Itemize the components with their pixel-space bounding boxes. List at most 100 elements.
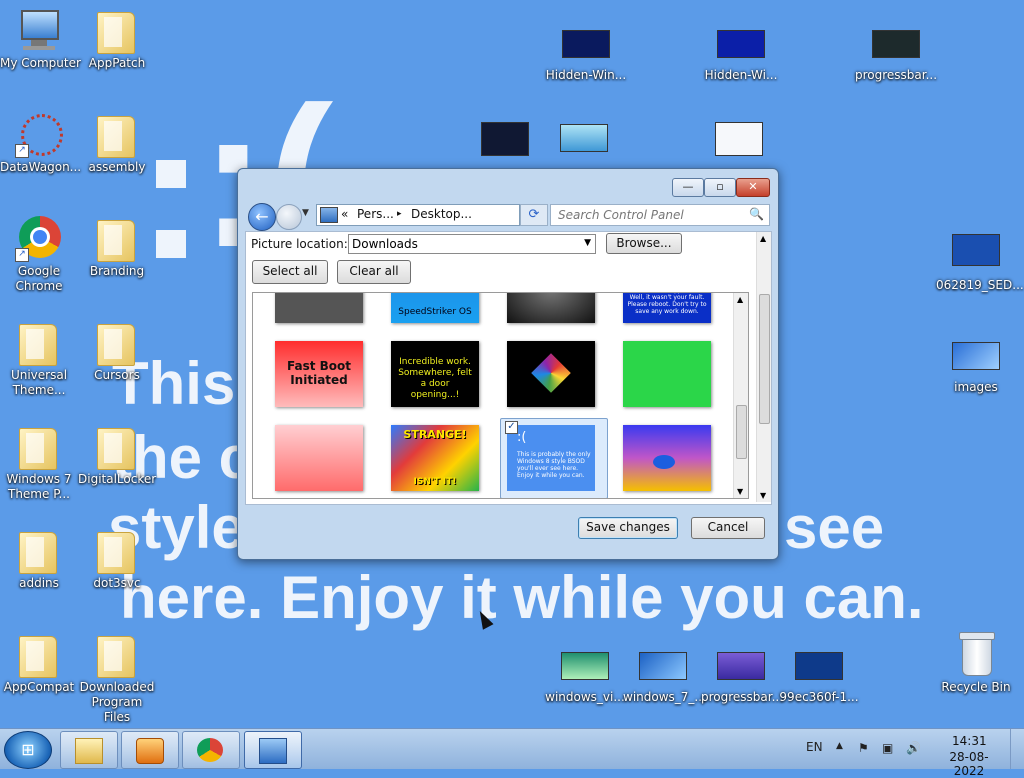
desktop-icon-windows-7[interactable]: windows_7_...: [623, 640, 706, 705]
browse-button[interactable]: Browse...: [606, 233, 682, 254]
desktop-icon-062819-sed[interactable]: 062819_SED...: [936, 228, 1024, 293]
desktop-icon-my-computer[interactable]: My Computer: [0, 6, 81, 71]
desktop-icon-appcompat[interactable]: AppCompat: [0, 630, 78, 695]
clock-date[interactable]: 28-08-2022: [936, 750, 1002, 778]
desktop-icon-partial-1[interactable]: [466, 112, 544, 160]
taskbar-chrome[interactable]: [182, 731, 240, 769]
tile-caption: STRANGE!: [403, 428, 467, 441]
breadcrumb-separator-icon[interactable]: ▸: [397, 209, 402, 219]
scroll-up-icon[interactable]: ▲: [737, 295, 743, 304]
desktop-icon-dot3svc[interactable]: dot3svc: [78, 526, 156, 591]
desktop-icon-windows-vi[interactable]: windows_vi...: [545, 640, 625, 705]
desktop-icon-progressbar-1[interactable]: progressbar...: [855, 18, 937, 83]
wallpaper-dot: [156, 230, 186, 258]
folder-icon: [15, 630, 63, 678]
wallpaper-tile[interactable]: STRANGE! ISN'T IT!: [391, 425, 479, 491]
save-changes-button[interactable]: Save changes: [578, 517, 678, 539]
wallpaper-tile[interactable]: Huh, what happened? Well, it wasn't your…: [623, 293, 711, 323]
desktop-icon-label: assembly: [88, 160, 146, 174]
back-arrow-icon[interactable]: ←: [248, 203, 276, 231]
wallpaper-tile[interactable]: [275, 293, 363, 323]
refresh-icon[interactable]: ⟳: [520, 204, 548, 226]
close-button[interactable]: ✕: [736, 178, 770, 197]
tile-caption: ISN'T IT!: [413, 477, 457, 487]
desktop-icon-digitallocker[interactable]: DigitalLocker: [78, 422, 156, 487]
desktop-icon-partial-3[interactable]: [700, 112, 778, 160]
breadcrumb-desktop-background[interactable]: Desktop...: [411, 207, 472, 221]
wallpaper-tile[interactable]: [507, 293, 595, 323]
scroll-thumb[interactable]: [736, 405, 747, 459]
language-indicator[interactable]: EN: [806, 740, 823, 754]
desktop-icon-label: AppPatch: [88, 56, 146, 70]
desktop-icon-label: images: [954, 380, 998, 394]
scroll-up-icon[interactable]: ▲: [760, 234, 766, 243]
show-desktop-button[interactable]: [1010, 729, 1024, 769]
desktop-icon-apppatch[interactable]: AppPatch: [78, 6, 156, 71]
desktop-icon-partial-2[interactable]: [545, 112, 623, 160]
wallpaper-tile-selected[interactable]: :( This is probably the only Windows 8 s…: [507, 425, 595, 491]
forward-arrow-icon[interactable]: [276, 204, 302, 230]
desktop-icon-hidden-win-1[interactable]: Hidden-Win...: [545, 18, 627, 83]
clock-time[interactable]: 14:31: [952, 734, 987, 748]
network-icon[interactable]: ▣: [882, 741, 893, 755]
image-thumbnail-icon: [952, 330, 1000, 378]
desktop-icon-addins[interactable]: addins: [0, 526, 78, 591]
content-scrollbar[interactable]: ▲ ▼: [756, 232, 771, 502]
wallpaper-tile[interactable]: [623, 341, 711, 407]
shortcut-arrow-icon: ↗: [15, 248, 29, 262]
address-chevron[interactable]: «: [341, 207, 348, 221]
address-bar[interactable]: « Pers... ▸ Desktop... ▼: [316, 204, 588, 226]
folder-icon: [93, 110, 141, 158]
wallpaper-tile[interactable]: [275, 425, 363, 491]
taskbar-media-player[interactable]: [121, 731, 179, 769]
desktop-icon-label: Hidden-Win...: [545, 68, 627, 82]
minimize-button[interactable]: —: [672, 178, 704, 197]
image-thumbnail-icon: [872, 18, 920, 66]
start-button[interactable]: ⊞: [4, 731, 52, 769]
desktop-icon-progressbar-2[interactable]: progressbar...: [701, 640, 783, 705]
wallpaper-gallery: SpeedStriker OS Huh, what happened? Well…: [252, 292, 749, 499]
volume-icon[interactable]: 🔊: [906, 741, 921, 755]
taskbar-control-panel[interactable]: [244, 731, 302, 769]
tile-caption: Fast Boot Initiated: [286, 359, 352, 387]
wallpaper-tile[interactable]: [623, 425, 711, 491]
clear-all-button[interactable]: Clear all: [337, 260, 411, 284]
show-hidden-icons-icon[interactable]: ▲: [836, 741, 843, 751]
desktop-icon-label: addins: [19, 576, 59, 590]
select-all-button[interactable]: Select all: [252, 260, 328, 284]
desktop-icon-branding[interactable]: Branding: [78, 214, 156, 279]
breadcrumb-personalization[interactable]: Pers...: [357, 207, 394, 221]
desktop-icon-images[interactable]: images: [936, 330, 1016, 395]
datawagon-icon: ↗: [15, 110, 63, 158]
desktop-icon-label: windows_7_...: [623, 690, 706, 704]
wallpaper-tile[interactable]: SpeedStriker OS: [391, 293, 479, 323]
recent-pages-chevron-icon[interactable]: ▼: [302, 208, 309, 218]
desktop-icon-hidden-win-2[interactable]: Hidden-Wi...: [700, 18, 782, 83]
picture-location-select[interactable]: Downloads ▼: [348, 234, 596, 254]
desktop-icon-label: DigitalLocker: [78, 472, 157, 486]
maximize-button[interactable]: ▫: [704, 178, 736, 197]
gallery-scrollbar[interactable]: ▲ ▼: [733, 293, 748, 498]
desktop-icon-cursors[interactable]: Cursors: [78, 318, 156, 383]
scroll-thumb[interactable]: [759, 294, 770, 424]
taskbar-explorer[interactable]: [60, 731, 118, 769]
desktop-icon-label: Google Chrome: [15, 264, 63, 293]
desktop-icon-assembly[interactable]: assembly: [78, 110, 156, 175]
desktop-icon-label: Universal Theme...: [10, 368, 68, 397]
desktop-icon-datawagon[interactable]: ↗ DataWagon...: [0, 110, 81, 175]
checkbox-checked-icon[interactable]: ✓: [505, 421, 518, 434]
desktop-icon-99ec360f[interactable]: 99ec360f-1...: [779, 640, 859, 705]
desktop-icon-universal-theme[interactable]: Universal Theme...: [0, 318, 78, 398]
cancel-button[interactable]: Cancel: [691, 517, 765, 539]
scroll-down-icon[interactable]: ▼: [737, 487, 743, 496]
desktop-icon-downloaded-program-files[interactable]: Downloaded Program Files: [78, 630, 156, 725]
scroll-down-icon[interactable]: ▼: [760, 491, 766, 500]
search-input[interactable]: Search Control Panel 🔍: [550, 204, 770, 226]
desktop-icon-recycle-bin[interactable]: Recycle Bin: [936, 630, 1016, 695]
wallpaper-tile[interactable]: [507, 341, 595, 407]
wallpaper-tile[interactable]: Fast Boot Initiated: [275, 341, 363, 407]
wallpaper-tile[interactable]: Incredible work. Somewhere, felt a door …: [391, 341, 479, 407]
desktop-icon-windows7-theme[interactable]: Windows 7 Theme P...: [0, 422, 78, 502]
action-center-icon[interactable]: ⚑: [858, 741, 869, 755]
desktop-icon-google-chrome[interactable]: ↗ Google Chrome: [0, 214, 78, 294]
